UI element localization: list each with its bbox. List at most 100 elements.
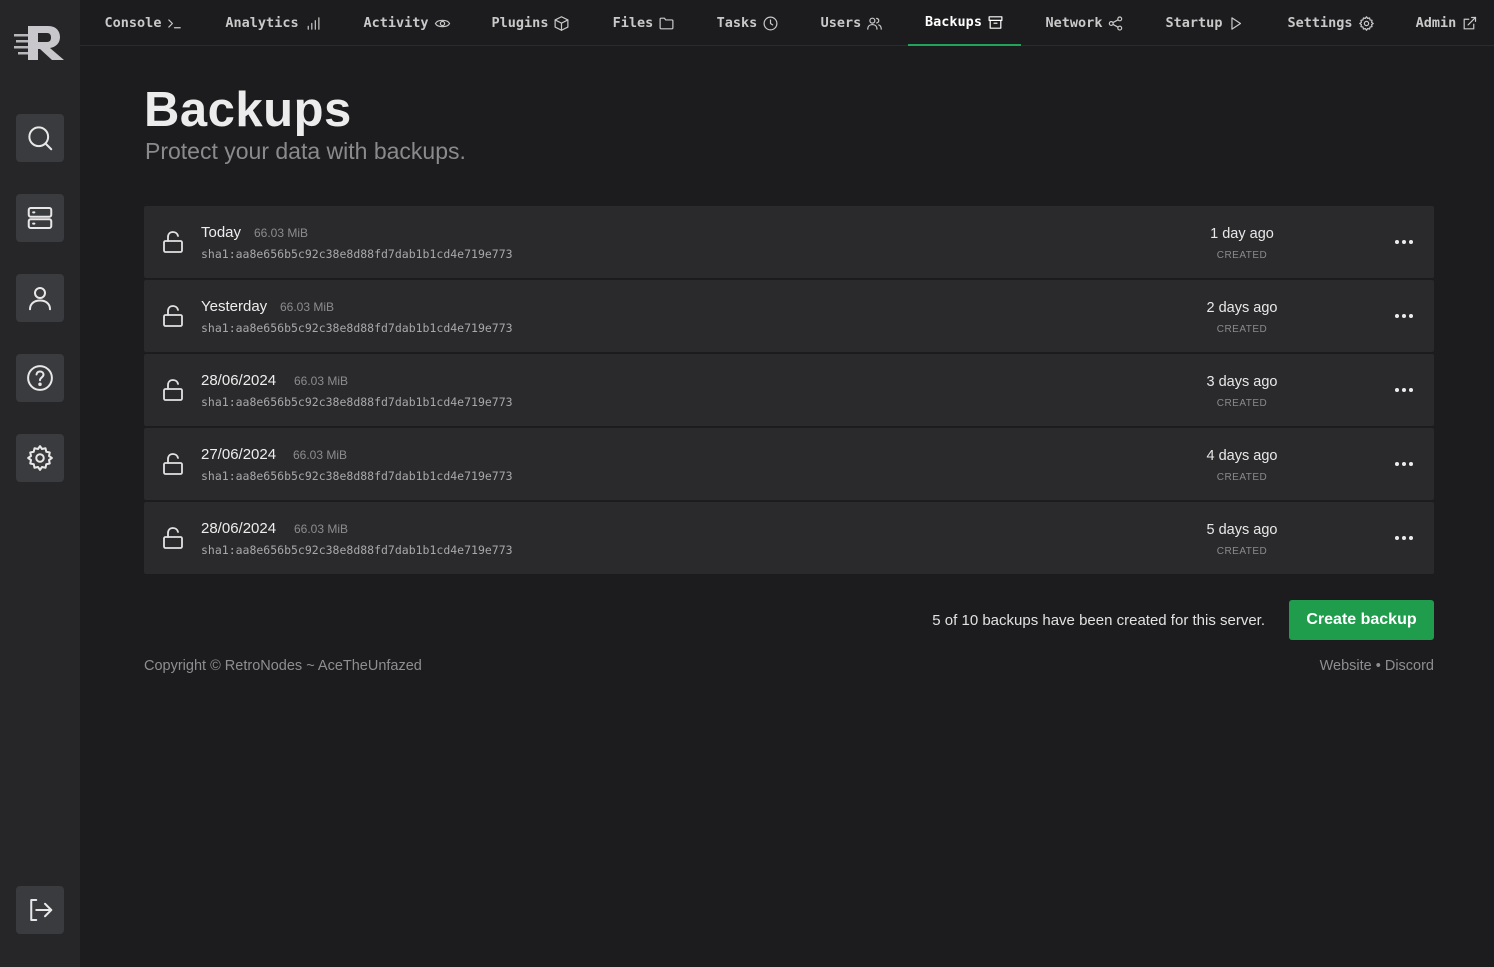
tab-analytics[interactable]: Analytics	[223, 0, 323, 46]
eye-icon	[434, 19, 450, 27]
backup-options-button[interactable]	[1392, 454, 1416, 474]
backup-row[interactable]: 27/06/2024 66.03 MiB sha1:aa8e656b5c92c3…	[144, 428, 1434, 500]
tab-activity[interactable]: Activity	[361, 0, 453, 46]
tab-backups[interactable]: Backups	[908, 0, 1021, 46]
tab-label: Users	[820, 15, 862, 31]
tab-console[interactable]: Console	[104, 0, 184, 46]
backup-checksum: sha1:aa8e656b5c92c38e8d88fd7dab1b1cd4e71…	[201, 247, 513, 261]
backup-name: 27/06/2024	[201, 446, 277, 463]
tab-label: Files	[612, 15, 654, 31]
retronodes-logo[interactable]	[12, 22, 68, 64]
backup-size: 66.03 MiB	[293, 448, 348, 462]
settings-icon	[27, 445, 53, 471]
backup-options-button[interactable]	[1392, 528, 1416, 548]
tab-admin[interactable]: Admin	[1414, 0, 1480, 46]
backup-created-label: CREATED	[1216, 324, 1268, 335]
backup-checksum: sha1:aa8e656b5c92c38e8d88fd7dab1b1cd4e71…	[201, 321, 513, 335]
more-horizontal-icon	[1395, 314, 1413, 318]
archive-icon	[988, 15, 1003, 29]
backup-created-time: 1 day ago	[1210, 226, 1274, 242]
help-icon	[27, 365, 53, 391]
more-horizontal-icon	[1395, 388, 1413, 392]
tab-files[interactable]: Files	[611, 0, 677, 46]
backup-created-time: 5 days ago	[1206, 522, 1278, 538]
bar-chart-icon	[307, 16, 320, 30]
backup-created-label: CREATED	[1216, 472, 1268, 483]
tab-tasks[interactable]: Tasks	[715, 0, 781, 46]
logout-button[interactable]	[16, 886, 64, 934]
tab-label: Network	[1045, 15, 1103, 31]
unlocked-icon[interactable]	[162, 452, 184, 476]
backup-options-button[interactable]	[1392, 380, 1416, 400]
backup-size: 66.03 MiB	[294, 374, 349, 388]
search-button[interactable]	[16, 114, 64, 162]
search-icon	[28, 126, 53, 151]
settings-button[interactable]	[16, 434, 64, 482]
create-backup-button[interactable]: Create backup	[1289, 600, 1434, 640]
backup-quota-text: 5 of 10 backups have been created for th…	[932, 612, 1265, 629]
unlocked-icon[interactable]	[162, 304, 184, 328]
backup-created-time: 2 days ago	[1206, 300, 1278, 316]
more-horizontal-icon	[1395, 462, 1413, 466]
unlocked-icon[interactable]	[162, 230, 184, 254]
tab-settings[interactable]: Settings	[1285, 0, 1377, 46]
backup-created-label: CREATED	[1216, 398, 1268, 409]
backup-options-button[interactable]	[1392, 306, 1416, 326]
tab-startup[interactable]: Startup	[1165, 0, 1245, 46]
backup-name: 28/06/2024	[201, 372, 277, 389]
sidebar	[0, 0, 80, 967]
discord-link[interactable]: Discord	[1385, 658, 1434, 674]
tab-label: Console	[104, 15, 162, 31]
unlocked-icon[interactable]	[162, 526, 184, 550]
backup-created-label: CREATED	[1216, 546, 1268, 557]
tab-label: Analytics	[225, 15, 299, 31]
tab-plugins[interactable]: Plugins	[490, 0, 572, 46]
tab-label: Plugins	[491, 15, 549, 31]
backup-list: Today 66.03 MiB sha1:aa8e656b5c92c38e8d8…	[144, 206, 1434, 576]
clock-icon	[763, 16, 778, 30]
backup-checksum: sha1:aa8e656b5c92c38e8d88fd7dab1b1cd4e71…	[201, 469, 513, 483]
terminal-icon	[168, 18, 182, 28]
tab-label: Startup	[1165, 15, 1223, 31]
backup-row[interactable]: 28/06/2024 66.03 MiB sha1:aa8e656b5c92c3…	[144, 502, 1434, 574]
logout-icon	[30, 899, 53, 921]
backup-checksum: sha1:aa8e656b5c92c38e8d88fd7dab1b1cd4e71…	[201, 395, 513, 409]
backup-name: Today	[201, 224, 242, 241]
more-horizontal-icon	[1395, 240, 1413, 244]
server-icon	[27, 207, 53, 229]
tab-label: Admin	[1415, 15, 1457, 31]
tab-label: Tasks	[716, 15, 758, 31]
footer-links: Website • Discord	[1320, 658, 1434, 674]
more-horizontal-icon	[1395, 536, 1413, 540]
backup-created-label: CREATED	[1216, 250, 1268, 261]
servers-button[interactable]	[16, 194, 64, 242]
package-icon	[554, 15, 569, 31]
backup-size: 66.03 MiB	[294, 522, 349, 536]
backup-row[interactable]: 28/06/2024 66.03 MiB sha1:aa8e656b5c92c3…	[144, 354, 1434, 426]
tab-label: Backups	[925, 14, 982, 30]
footer-separator: •	[1375, 658, 1381, 674]
backup-row[interactable]: Yesterday 66.03 MiB sha1:aa8e656b5c92c38…	[144, 280, 1434, 352]
backup-options-button[interactable]	[1392, 232, 1416, 252]
tab-label: Settings	[1287, 15, 1353, 31]
account-button[interactable]	[16, 274, 64, 322]
help-button[interactable]	[16, 354, 64, 402]
page-subtitle: Protect your data with backups.	[145, 138, 466, 164]
folder-icon	[659, 17, 674, 29]
website-link[interactable]: Website	[1320, 658, 1372, 674]
share-icon	[1109, 15, 1123, 31]
tab-users[interactable]: Users	[819, 0, 885, 46]
top-nav: Console Analytics Activity Plugins Files…	[80, 0, 1494, 46]
backup-created-time: 3 days ago	[1206, 374, 1278, 390]
play-icon	[1231, 16, 1242, 30]
tab-network[interactable]: Network	[1044, 0, 1126, 46]
user-icon	[29, 287, 51, 311]
external-link-icon	[1463, 16, 1477, 29]
page-title: Backups	[144, 83, 352, 137]
backup-name: Yesterday	[201, 298, 268, 315]
gear-icon	[1358, 15, 1374, 31]
tab-label: Activity	[363, 15, 429, 31]
unlocked-icon[interactable]	[162, 378, 184, 402]
copyright-text: Copyright © RetroNodes ~ AceTheUnfazed	[144, 658, 422, 674]
backup-row[interactable]: Today 66.03 MiB sha1:aa8e656b5c92c38e8d8…	[144, 206, 1434, 278]
